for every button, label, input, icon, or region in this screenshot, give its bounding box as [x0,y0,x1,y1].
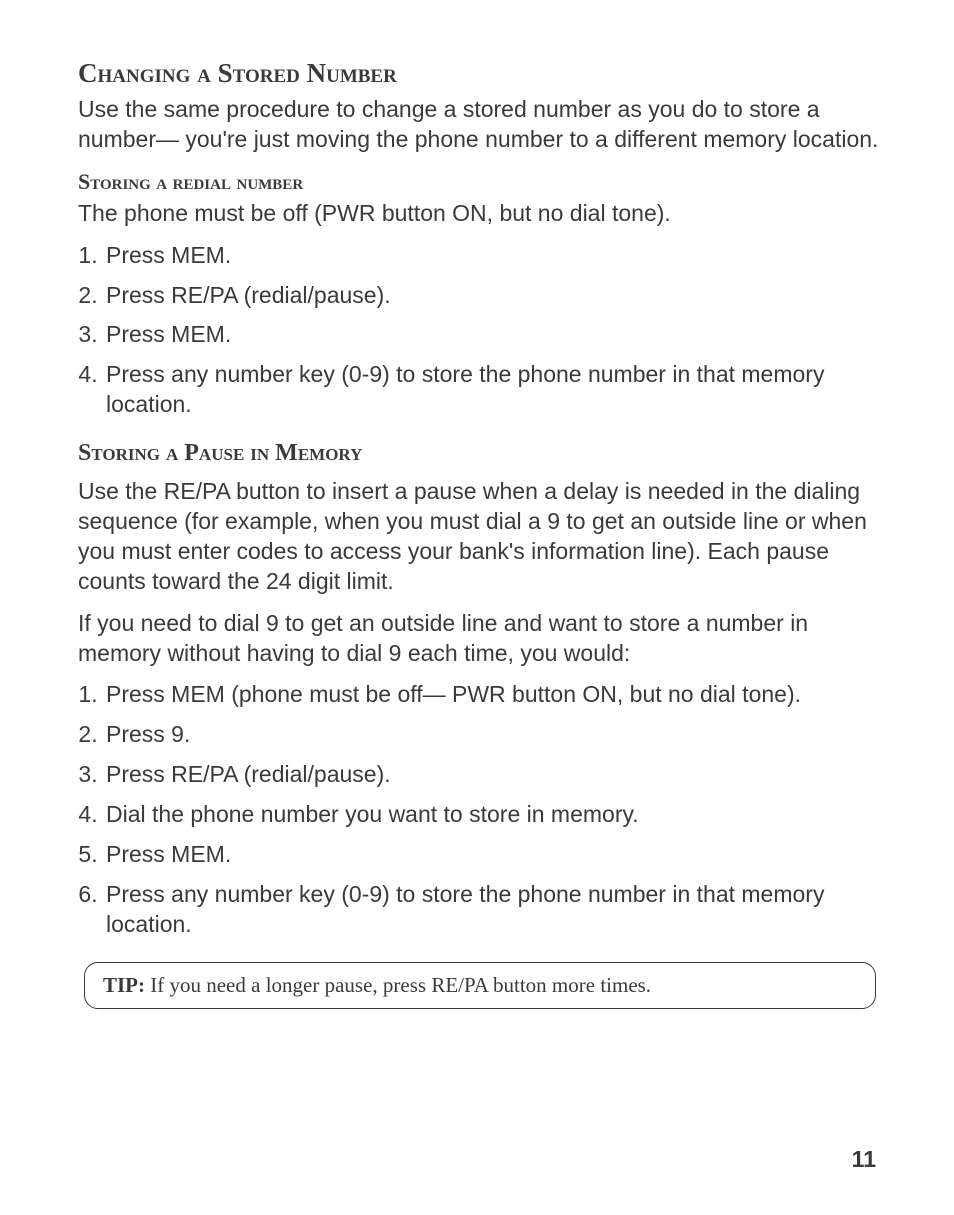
tip-box: TIP: If you need a longer pause, press R… [84,962,876,1009]
list-item: Dial the phone number you want to store … [104,800,882,830]
list-item: Press RE/PA (redial/pause). [104,281,882,311]
list-item: Press 9. [104,720,882,750]
heading-storing-pause-memory: Storing a Pause in Memory [78,440,882,467]
list-item: Press MEM (phone must be off— PWR button… [104,680,882,710]
page-number: 11 [852,1146,876,1173]
list-item: Press MEM. [104,241,882,271]
document-page: Changing a Stored Number Use the same pr… [0,0,954,1215]
list-item: Press MEM. [104,320,882,350]
list-item: Press MEM. [104,840,882,870]
list-item: Press any number key (0-9) to store the … [104,360,882,420]
steps-list: Press MEM. Press RE/PA (redial/pause). P… [78,241,882,420]
tip-text: If you need a longer pause, press RE/PA … [145,973,651,997]
steps-list: Press MEM (phone must be off— PWR button… [78,680,882,939]
paragraph: Use the same procedure to change a store… [78,95,882,155]
heading-changing-stored-number: Changing a Stored Number [78,58,882,89]
paragraph: Use the RE/PA button to insert a pause w… [78,477,882,597]
list-item: Press RE/PA (redial/pause). [104,760,882,790]
tip-label: TIP: [103,973,145,997]
paragraph: If you need to dial 9 to get an outside … [78,609,882,669]
paragraph: The phone must be off (PWR button ON, bu… [78,199,882,229]
list-item: Press any number key (0-9) to store the … [104,880,882,940]
heading-storing-redial-number: Storing a redial number [78,169,882,195]
